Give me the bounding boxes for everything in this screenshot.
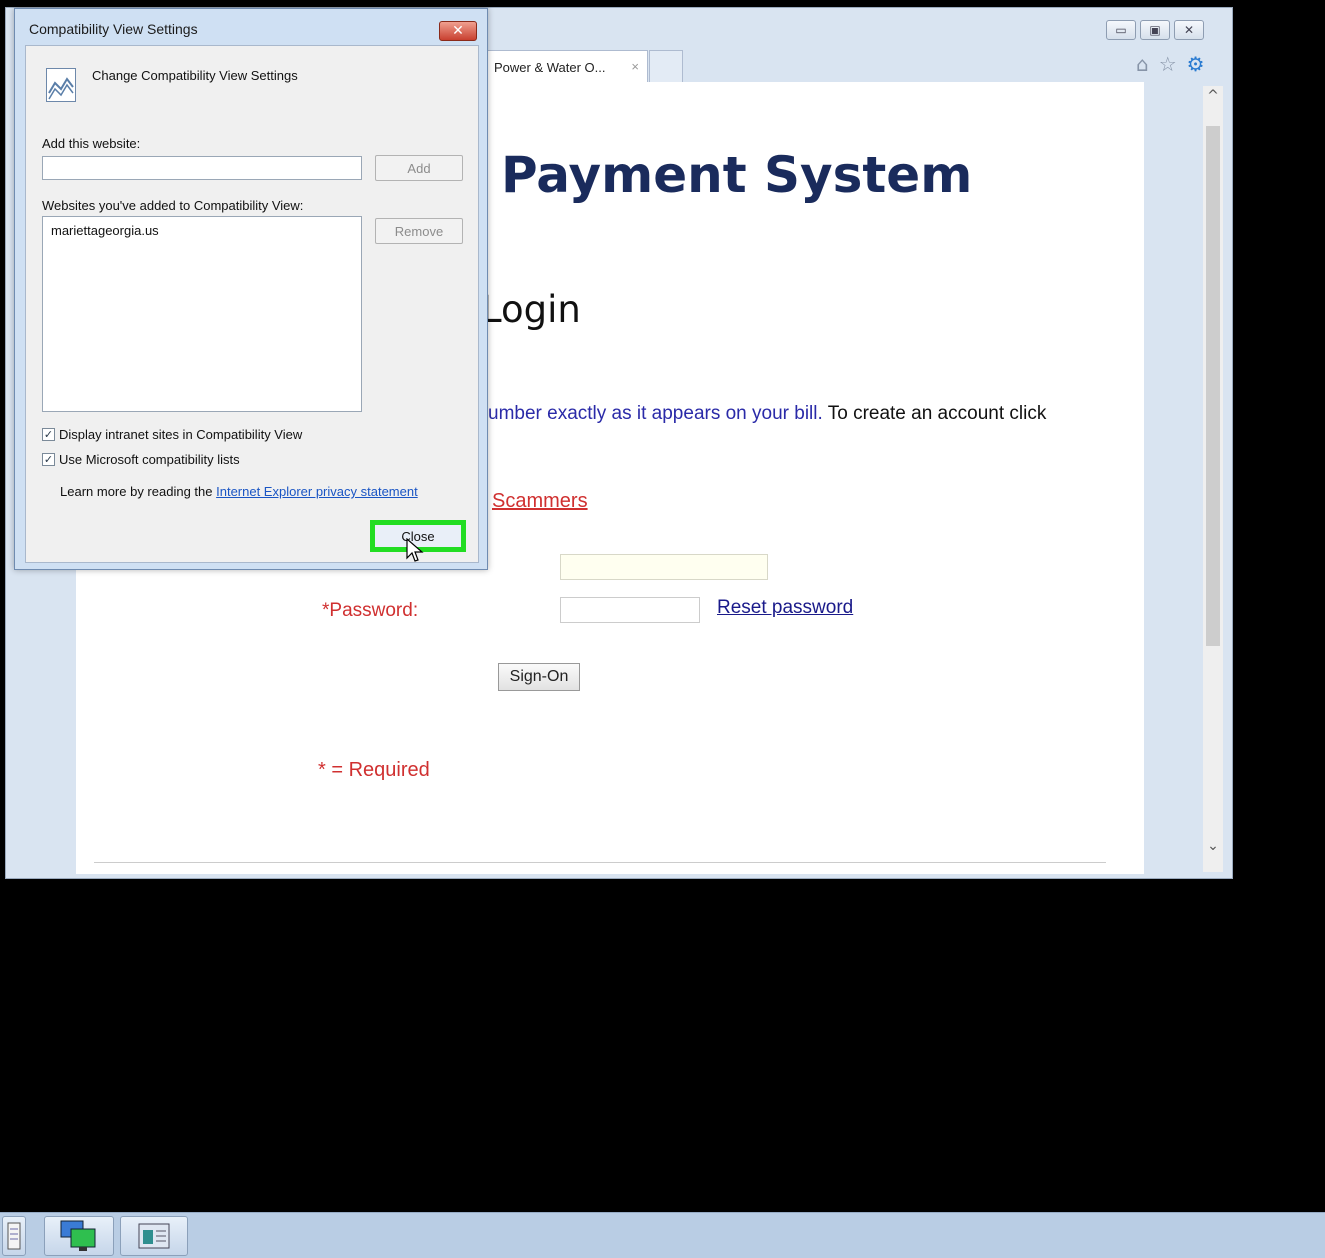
add-button[interactable]: Add bbox=[375, 155, 463, 181]
required-note: * = Required bbox=[318, 759, 430, 781]
intranet-checkbox[interactable]: ✓ bbox=[42, 428, 55, 441]
remove-button[interactable]: Remove bbox=[375, 218, 463, 244]
taskbar-remote-desktop-icon[interactable] bbox=[44, 1216, 114, 1256]
password-input[interactable] bbox=[560, 597, 700, 623]
vertical-scrollbar[interactable]: ^ ⌄ bbox=[1203, 86, 1223, 872]
compatibility-view-dialog: Compatibility View Settings ✕ Change Com… bbox=[14, 8, 488, 570]
compatibility-view-icon bbox=[46, 68, 76, 102]
account-number-input[interactable] bbox=[560, 554, 768, 580]
browser-tab[interactable]: Power & Water O... × bbox=[485, 50, 648, 82]
divider bbox=[94, 862, 1106, 863]
instruction-blue-text: umber exactly as it appears on your bill… bbox=[488, 403, 823, 424]
new-tab-button[interactable] bbox=[649, 50, 683, 82]
taskbar-notepad-icon[interactable] bbox=[2, 1216, 26, 1256]
login-heading: Login bbox=[481, 288, 581, 331]
intranet-checkbox-row[interactable]: ✓ Display intranet sites in Compatibilit… bbox=[42, 427, 302, 442]
scammers-link[interactable]: Scammers bbox=[492, 490, 588, 513]
dialog-close-icon[interactable]: ✕ bbox=[439, 21, 477, 41]
list-item[interactable]: mariettageorgia.us bbox=[51, 223, 353, 238]
scroll-up-icon[interactable]: ^ bbox=[1203, 88, 1223, 108]
favorites-icon[interactable]: ☆ bbox=[1159, 52, 1177, 76]
password-label: *Password: bbox=[322, 600, 419, 621]
scroll-thumb[interactable] bbox=[1206, 126, 1220, 646]
add-website-label: Add this website: bbox=[42, 136, 141, 151]
dialog-body: Change Compatibility View Settings Add t… bbox=[25, 45, 479, 563]
instruction-black-text: To create an account click bbox=[822, 403, 1047, 424]
minimize-button[interactable]: ▭ bbox=[1106, 20, 1136, 40]
websites-listbox[interactable]: mariettageorgia.us bbox=[42, 216, 362, 412]
restore-button[interactable]: ▣ bbox=[1140, 20, 1170, 40]
reset-password-link[interactable]: Reset password bbox=[717, 597, 853, 619]
learn-more-text: Learn more by reading the Internet Explo… bbox=[60, 484, 418, 499]
login-instructions: umber exactly as it appears on your bill… bbox=[488, 403, 1046, 425]
tab-close-icon[interactable]: × bbox=[631, 59, 639, 74]
sign-on-button[interactable]: Sign-On bbox=[498, 663, 580, 691]
taskbar-window-icon[interactable] bbox=[120, 1216, 188, 1256]
mouse-pointer-icon bbox=[406, 537, 424, 570]
home-icon[interactable]: ⌂ bbox=[1136, 52, 1149, 76]
settings-icon[interactable]: ⚙ bbox=[1187, 52, 1205, 76]
websites-list-label: Websites you've added to Compatibility V… bbox=[42, 198, 304, 213]
intranet-checkbox-label: Display intranet sites in Compatibility … bbox=[59, 427, 303, 442]
toolbar-icons: ⌂ ☆ ⚙ bbox=[1136, 52, 1205, 76]
taskbar bbox=[0, 1212, 1325, 1258]
tab-label: Power & Water O... bbox=[494, 60, 606, 75]
add-website-input[interactable] bbox=[42, 156, 362, 180]
page-title: Payment System bbox=[501, 146, 973, 204]
window-close-button[interactable]: ✕ bbox=[1174, 20, 1204, 40]
learn-more-prefix: Learn more by reading the bbox=[60, 484, 217, 499]
privacy-statement-link[interactable]: Internet Explorer privacy statement bbox=[216, 484, 418, 499]
scroll-down-icon[interactable]: ⌄ bbox=[1203, 838, 1223, 858]
ms-lists-checkbox[interactable]: ✓ bbox=[42, 453, 55, 466]
dialog-title: Compatibility View Settings bbox=[29, 21, 198, 37]
window-controls: ▭ ▣ ✕ bbox=[1106, 20, 1204, 40]
ms-lists-checkbox-row[interactable]: ✓ Use Microsoft compatibility lists bbox=[42, 452, 240, 467]
ms-lists-checkbox-label: Use Microsoft compatibility lists bbox=[59, 452, 240, 467]
dialog-heading: Change Compatibility View Settings bbox=[92, 68, 298, 83]
